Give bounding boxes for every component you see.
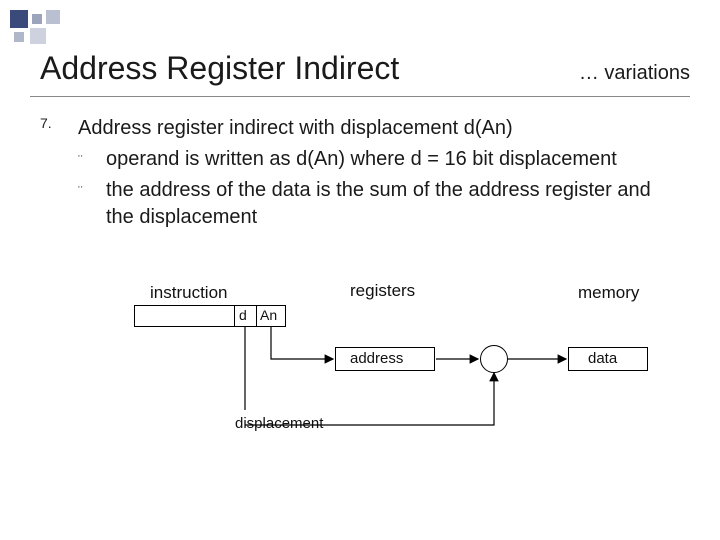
slide-corner-decoration — [10, 10, 90, 50]
memory-label: memory — [578, 283, 639, 303]
instruction-label: instruction — [150, 283, 227, 303]
d-field-label: d — [239, 307, 247, 323]
lead-text: Address register indirect with displacem… — [78, 115, 680, 142]
subitem-2-text: the address of the data is the sum of th… — [106, 177, 680, 231]
hollow-square-bullet-icon: ¨ — [78, 177, 106, 231]
displacement-label: displacement — [235, 415, 323, 432]
address-label: address — [350, 350, 403, 367]
subitem-1: ¨ operand is written as d(An) where d = … — [78, 146, 680, 173]
subitem-2: ¨ the address of the data is the sum of … — [78, 177, 680, 231]
slide-title: Address Register Indirect — [40, 50, 399, 87]
data-label: data — [588, 350, 617, 367]
hollow-square-bullet-icon: ¨ — [78, 146, 106, 173]
registers-label: registers — [350, 281, 415, 301]
content-block: 7. Address register indirect with displa… — [40, 115, 680, 231]
subitem-1-text: operand is written as d(An) where d = 16… — [106, 146, 680, 173]
addressing-mode-diagram: instruction registers memory d An addres… — [140, 275, 660, 480]
title-rule — [30, 96, 690, 97]
list-number: 7. — [40, 115, 52, 131]
slide-subtitle: … variations — [579, 62, 690, 85]
adder-circle-icon — [480, 345, 508, 373]
an-field-label: An — [260, 307, 277, 323]
title-row: Address Register Indirect … variations — [40, 50, 690, 87]
